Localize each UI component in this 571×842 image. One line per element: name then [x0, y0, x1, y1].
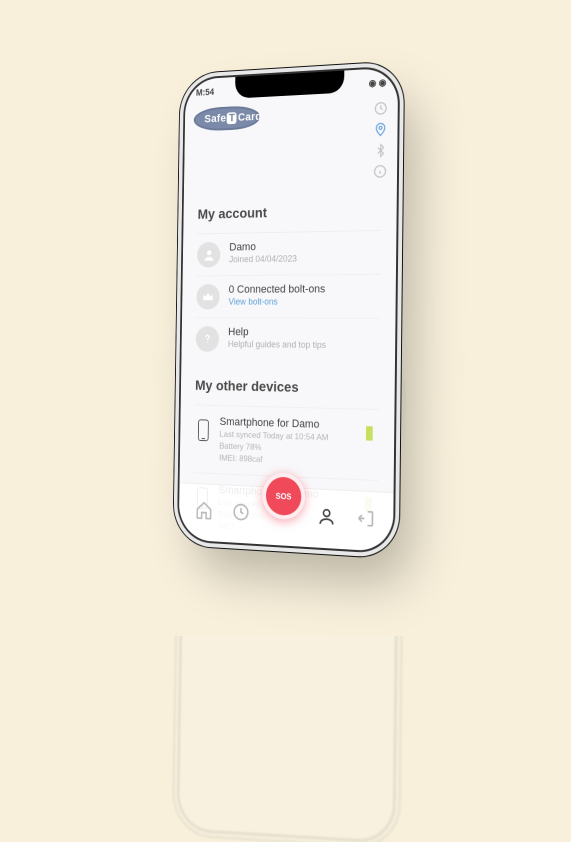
section-my-account: My account: [197, 201, 381, 221]
nav-history[interactable]: [227, 496, 255, 527]
device-row[interactable]: Smartphone for Damo Last synced Today at…: [193, 404, 378, 480]
sos-label: SOS: [275, 491, 291, 501]
header-side-icons: [372, 98, 387, 179]
bluetooth-icon[interactable]: [373, 143, 387, 158]
help-sub: Helpful guides and top tips: [227, 339, 379, 350]
battery-icon: [365, 426, 372, 441]
profile-joined: Joined 04/04/2023: [229, 252, 381, 264]
clock-icon[interactable]: [373, 100, 388, 116]
info-icon[interactable]: [372, 163, 387, 179]
nav-account[interactable]: [311, 500, 340, 532]
nav-home[interactable]: [190, 494, 217, 525]
account-boltons-row[interactable]: 0 Connected bolt-ons View bolt-ons: [196, 274, 380, 318]
status-time: M:54: [195, 87, 213, 98]
location-icon[interactable]: [373, 122, 388, 138]
phone-frame: M:54 ◉ ◉ SafeTCard: [178, 67, 398, 552]
account-profile-row[interactable]: Damo Joined 04/04/2023: [196, 230, 380, 275]
help-icon: [195, 326, 219, 352]
phone-icon: [197, 419, 208, 441]
nav-logout[interactable]: [350, 502, 379, 534]
status-right: ◉ ◉: [368, 77, 386, 89]
boltons-title: 0 Connected bolt-ons: [228, 283, 380, 296]
section-my-devices: My other devices: [195, 377, 379, 397]
user-icon: [196, 242, 220, 268]
boltons-link[interactable]: View bolt-ons: [228, 296, 380, 306]
profile-name: Damo: [229, 239, 381, 253]
crown-icon: [196, 284, 220, 310]
help-title: Help: [228, 326, 380, 339]
brand-logo: SafeTCard: [193, 105, 260, 132]
account-help-row[interactable]: Help Helpful guides and top tips: [195, 317, 379, 361]
